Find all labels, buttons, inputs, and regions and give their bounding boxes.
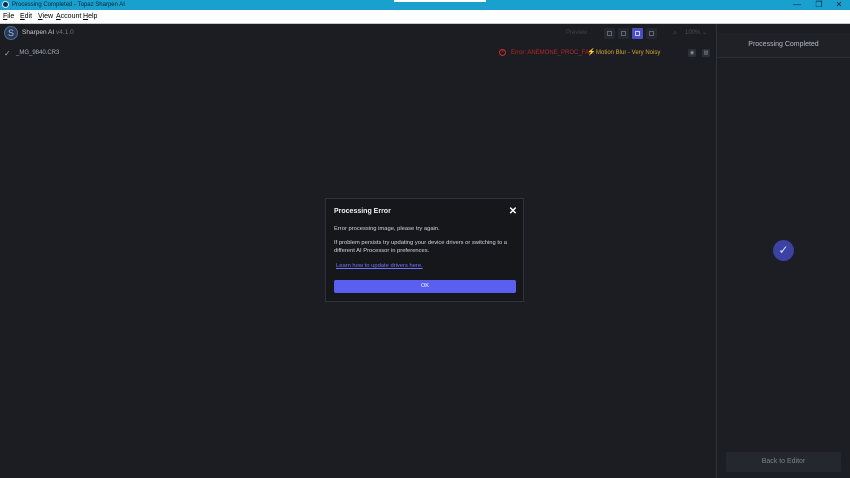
ok-label: OK (421, 283, 429, 289)
back-to-editor-button[interactable]: Back to Editor (726, 452, 841, 472)
split-view-icon (621, 31, 626, 36)
single-view-icon (607, 31, 612, 36)
magnifier-icon: ⌕ (673, 30, 677, 37)
app-icon (2, 1, 9, 8)
restore-button[interactable]: ❐ (808, 0, 830, 10)
window-title: Processing Completed - Topaz Sharpen AI (12, 2, 125, 8)
menu-edit[interactable]: Edit (20, 10, 32, 23)
title-bar: Processing Completed - Topaz Sharpen AI … (0, 0, 850, 10)
ok-button[interactable]: OK (334, 280, 516, 293)
error-icon: × (499, 49, 506, 56)
zoom-dropdown-chevron-icon[interactable]: ⌄ (702, 29, 707, 38)
side-by-side-icon (635, 31, 640, 36)
menu-account[interactable]: Account (56, 10, 81, 23)
title-search-bar[interactable] (394, 0, 486, 2)
back-to-editor-label: Back to Editor (761, 458, 806, 465)
grid-view-icon (649, 31, 654, 36)
view-side-by-side-button[interactable] (632, 28, 643, 39)
file-name: _MG_9840.CR3 (16, 50, 60, 56)
preview-button[interactable]: Preview (566, 29, 587, 38)
app-name: Sharpen AI v4.1.0 (22, 28, 74, 38)
dialog-hint: If problem persists try updating your de… (334, 240, 508, 254)
view-single-button[interactable] (604, 28, 615, 39)
app-name-label: Sharpen AI (22, 29, 55, 36)
lightning-icon: ⚡ (587, 49, 596, 56)
close-dialog-icon[interactable]: ✕ (508, 206, 518, 217)
dialog-title: Processing Error (334, 208, 391, 215)
model-label: Motion Blur - Very Noisy (596, 50, 661, 56)
trash-icon: ▥ (703, 50, 709, 56)
menu-file[interactable]: File (3, 10, 14, 23)
preview-file-button[interactable]: ◉ (688, 49, 696, 57)
status-header: Processing Completed (717, 33, 850, 58)
menu-help[interactable]: Help (83, 10, 97, 23)
view-grid-button[interactable] (646, 28, 657, 39)
close-window-button[interactable]: ✕ (828, 0, 850, 10)
checkmark-icon[interactable]: ✓ (4, 49, 11, 58)
app-version: v4.1.0 (55, 29, 74, 36)
minimize-button[interactable]: — (786, 0, 808, 10)
zoom-level[interactable]: 100% (685, 29, 700, 38)
menu-view[interactable]: View (38, 10, 53, 23)
dialog-message: Error processing image, please try again… (334, 226, 440, 232)
sharpen-logo-icon: S (4, 26, 18, 40)
error-status: Error: ANEMONE_PROC_FAIL (511, 50, 595, 56)
view-split-button[interactable] (618, 28, 629, 39)
update-drivers-link[interactable]: Learn how to update drivers here. (336, 262, 423, 270)
delete-file-button[interactable]: ▥ (702, 49, 710, 57)
menu-bar: File Edit View Account Help (0, 10, 850, 24)
check-circle-icon: ✓ (773, 240, 794, 261)
eye-icon: ◉ (689, 50, 695, 56)
status-title: Processing Completed (748, 41, 819, 48)
